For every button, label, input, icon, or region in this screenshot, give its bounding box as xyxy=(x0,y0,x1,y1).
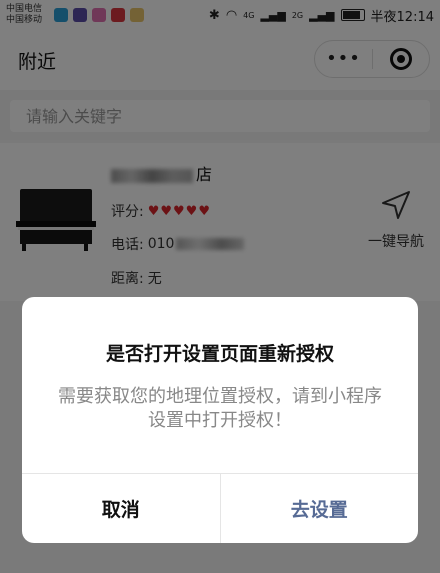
dialog-title: 是否打开设置页面重新授权 xyxy=(105,343,334,365)
permission-dialog: 是否打开设置页面重新授权 需要获取您的地理位置授权，请到小程序设置中打开授权！ … xyxy=(22,297,418,543)
dialog-message: 需要获取您的地理位置授权，请到小程序设置中打开授权！ xyxy=(58,386,382,431)
dialog-buttons: 取消 去设置 xyxy=(22,473,418,543)
go-to-settings-button[interactable]: 去设置 xyxy=(221,474,419,543)
cancel-button[interactable]: 取消 xyxy=(22,474,221,543)
